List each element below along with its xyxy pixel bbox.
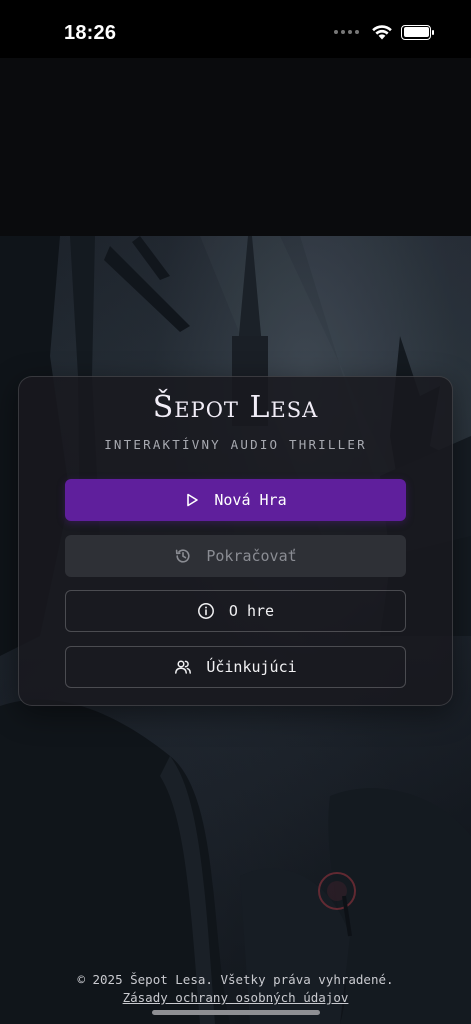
game-title: Šepot Lesa <box>152 390 319 425</box>
game-subtitle: INTERAKTÍVNY AUDIO THRILLER <box>104 437 367 452</box>
status-bar: 18:26 <box>0 0 471 58</box>
wifi-icon <box>372 25 392 40</box>
credits-label: Účinkujúci <box>206 658 297 676</box>
privacy-policy-link[interactable]: Zásady ochrany osobných údajov <box>0 990 471 1005</box>
battery-icon <box>401 24 434 40</box>
status-time: 18:26 <box>64 22 117 44</box>
info-icon <box>197 603 214 619</box>
cellular-dots-icon <box>334 30 359 34</box>
history-icon <box>176 549 190 563</box>
users-icon <box>175 660 192 674</box>
footer-copyright: © 2025 Šepot Lesa. Všetky práva vyhraden… <box>77 972 394 987</box>
new-game-button[interactable]: Nová Hra <box>65 479 406 521</box>
app-screen: 18:26 Šepot Lesa INTERAKTÍVNY AUDIO THRI… <box>0 0 471 1024</box>
status-icons <box>334 24 434 40</box>
play-icon <box>187 493 199 507</box>
about-game-button[interactable]: O hre <box>65 590 406 632</box>
home-indicator[interactable] <box>152 1010 320 1015</box>
continue-button[interactable]: Pokračovať <box>65 535 406 577</box>
top-band <box>0 58 471 236</box>
about-game-label: O hre <box>228 602 275 620</box>
battery-fill <box>403 27 429 37</box>
continue-label: Pokračovať <box>206 547 297 565</box>
credits-button[interactable]: Účinkujúci <box>65 646 406 688</box>
new-game-label: Nová Hra <box>214 491 287 509</box>
